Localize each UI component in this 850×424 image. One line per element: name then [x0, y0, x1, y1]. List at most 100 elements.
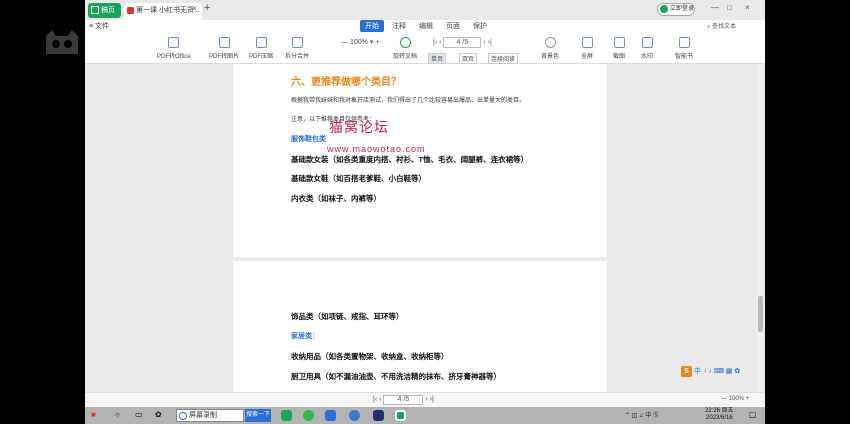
pdf-to-image-button[interactable]: PDF转图片 [209, 37, 239, 60]
tab-protect[interactable]: 保护 [473, 21, 487, 31]
pdf-app-icon[interactable] [395, 410, 406, 421]
notification-icon[interactable]: ▢ [749, 410, 757, 419]
page-current: 4 [456, 39, 461, 46]
status-page-current: 4 [397, 396, 402, 403]
double-page-button[interactable]: 双页 [459, 53, 478, 64]
taskbar-search-button[interactable]: 搜索一下 [245, 409, 271, 422]
video-app-icon[interactable] [325, 410, 336, 421]
cat-logo-icon [46, 30, 78, 54]
login-label: 立即登录 [670, 6, 695, 12]
section-heading: 六、更推荐做哪个类目？ [291, 77, 401, 88]
smart-pdf-button[interactable]: 智能书 [675, 37, 693, 60]
maximize-button[interactable]: □ [727, 3, 732, 12]
tab-bar: 稿页 第一课 小红书无货... × + 立即登录 — □ × [85, 0, 765, 20]
search-text-button[interactable]: ⌕ 查找文本 [707, 21, 736, 31]
left-black-border: 手聊 [0, 0, 110, 407]
browser-app-icon[interactable] [349, 410, 360, 421]
login-button[interactable]: 立即登录 [657, 3, 695, 16]
taskbar-search-text: 屏幕录制 [189, 412, 217, 419]
status-page-input[interactable]: 4 /5 [383, 395, 424, 405]
prev-page-icon[interactable]: ‹ [439, 39, 441, 46]
background-color-label: 背景色 [541, 54, 560, 60]
pdf-reader-window: 稿页 第一课 小红书无货... × + 立即登录 — □ × ≡ 文件 开始 注… [85, 0, 765, 407]
background-color-button[interactable]: 背景色 [541, 37, 559, 60]
search-text-label: 查找文本 [712, 24, 737, 30]
screenshot-icon [613, 37, 625, 48]
status-page-total: /5 [403, 396, 410, 403]
close-window-button[interactable]: × [745, 3, 750, 12]
list-item: 收纳用品（如各类置物架、收纳盒、收纳柜等） [291, 352, 449, 361]
windows-start-icon[interactable]: ■ [91, 410, 96, 419]
new-tab-button[interactable]: + [204, 2, 210, 14]
pdf-page-5: 饰品类（如项链、戒指、耳环等） 家居类： 收纳用品（如各类置物架、收纳盒、收纳柜… [233, 261, 607, 392]
tab-home[interactable]: 稿页 [88, 3, 121, 18]
toolbar-pager: |‹ ‹ 4 /5 › ›| [433, 37, 492, 48]
first-page-icon[interactable]: |‹ [373, 396, 377, 403]
split-merge-button[interactable]: 拆分合并 [285, 37, 309, 60]
fullscreen-button[interactable]: 全屏 [581, 37, 593, 60]
pdf-to-office-icon [168, 37, 180, 48]
task-view-icon[interactable]: ▭ [135, 410, 143, 419]
zoom-value: 100% [349, 39, 368, 46]
next-page-icon[interactable]: › [483, 39, 485, 46]
app-360-icon[interactable] [281, 410, 292, 421]
taskbar-clock[interactable]: 22:26 周五 2023/6/16 [705, 408, 734, 422]
tab-page[interactable]: 页面 [446, 21, 460, 31]
pdf-compress-button[interactable]: PDF压缩 [249, 37, 273, 60]
tab-annotate[interactable]: 注释 [392, 21, 406, 31]
system-tray-icons[interactable]: ⌃ ◫ ♫ 中 Ⓢ [625, 410, 659, 419]
next-page-icon[interactable]: › [425, 396, 427, 403]
tab-document[interactable]: 第一课 小红书无货... [124, 3, 202, 20]
screenshot-label: 截图 [613, 54, 626, 60]
pdf-compress-label: PDF压缩 [249, 54, 274, 60]
screenshot-button[interactable]: 截图 [613, 37, 625, 60]
watermark-label: 水印 [641, 54, 654, 60]
background-color-icon [544, 37, 556, 48]
rotate-doc-button[interactable]: 旋转文档 [393, 37, 417, 60]
vertical-scrollbar[interactable] [757, 64, 764, 392]
ime-mode: 中 [693, 368, 701, 375]
watermark-url-text: www.maowotao.com [327, 144, 426, 154]
tab-start[interactable]: 开始 [360, 20, 384, 32]
browser-icon [179, 412, 187, 420]
watermark-button[interactable]: 水印 [641, 37, 653, 60]
scrollbar-thumb[interactable] [758, 296, 763, 332]
toolbar: PDF转Office PDF转图片 PDF压缩 拆分合并 — 100% ▾ + … [85, 34, 765, 64]
first-page-icon[interactable]: |‹ [433, 39, 437, 46]
tab-document-label: 第一课 小红书无货... [136, 7, 200, 14]
pdf-to-image-label: PDF转图片 [209, 54, 240, 60]
pdf-page-4: 六、更推荐做哪个类目？ 根据我带我妹妹和我对象开店测试，我们得出了几个比较容易出… [233, 64, 607, 257]
media-app-icon[interactable] [373, 410, 384, 421]
pdf-to-office-label: PDF转Office [157, 54, 191, 60]
zoom-select[interactable]: — 100% ▾ + [341, 38, 379, 46]
taskbar-search-input[interactable]: 屏幕录制 [176, 409, 244, 422]
continuous-read-button[interactable]: 连续阅读 [488, 53, 519, 64]
status-zoom[interactable]: — 100% + [721, 396, 749, 402]
avatar-icon [660, 5, 668, 13]
rotate-icon [399, 37, 411, 48]
fullscreen-label: 全屏 [581, 54, 594, 60]
ime-toolbar[interactable]: S 中 ·ʲ ♪ ⌨ ▦ ✿ [681, 366, 740, 378]
pdf-to-office-button[interactable]: PDF转Office [157, 37, 191, 60]
document-canvas[interactable]: 六、更推荐做哪个类目？ 根据我带我妹妹和我对象开店测试，我们得出了几个比较容易出… [85, 64, 765, 392]
last-page-icon[interactable]: ›| [430, 396, 434, 403]
list-item: 厨卫用具（如不漏油油壶、不用洗洁精的抹布、挤牙膏神器等） [291, 372, 501, 381]
last-page-icon[interactable]: ›| [488, 39, 492, 46]
rotate-doc-label: 旋转文档 [393, 54, 418, 60]
minimize-button[interactable]: — [711, 3, 719, 12]
file-menu[interactable]: ≡ 文件 [89, 21, 109, 31]
category-title: 服饰鞋包类 [291, 136, 326, 143]
prev-page-icon[interactable]: ‹ [379, 396, 381, 403]
single-page-button[interactable]: 单页 [428, 53, 447, 64]
wechat-icon[interactable] [303, 410, 314, 421]
split-merge-label: 拆分合并 [285, 54, 310, 60]
fullscreen-icon [581, 37, 593, 48]
list-item: 饰品类（如项链、戒指、耳环等） [291, 312, 404, 321]
pdf-compress-icon [255, 37, 267, 48]
tab-close-icon[interactable]: × [192, 4, 197, 13]
cortana-icon[interactable]: ○ [115, 410, 120, 419]
page-input[interactable]: 4 /5 [443, 37, 482, 48]
widget-icon[interactable]: ✿ [155, 410, 162, 419]
smart-pdf-label: 智能书 [675, 54, 694, 60]
tab-edit[interactable]: 编辑 [419, 21, 433, 31]
